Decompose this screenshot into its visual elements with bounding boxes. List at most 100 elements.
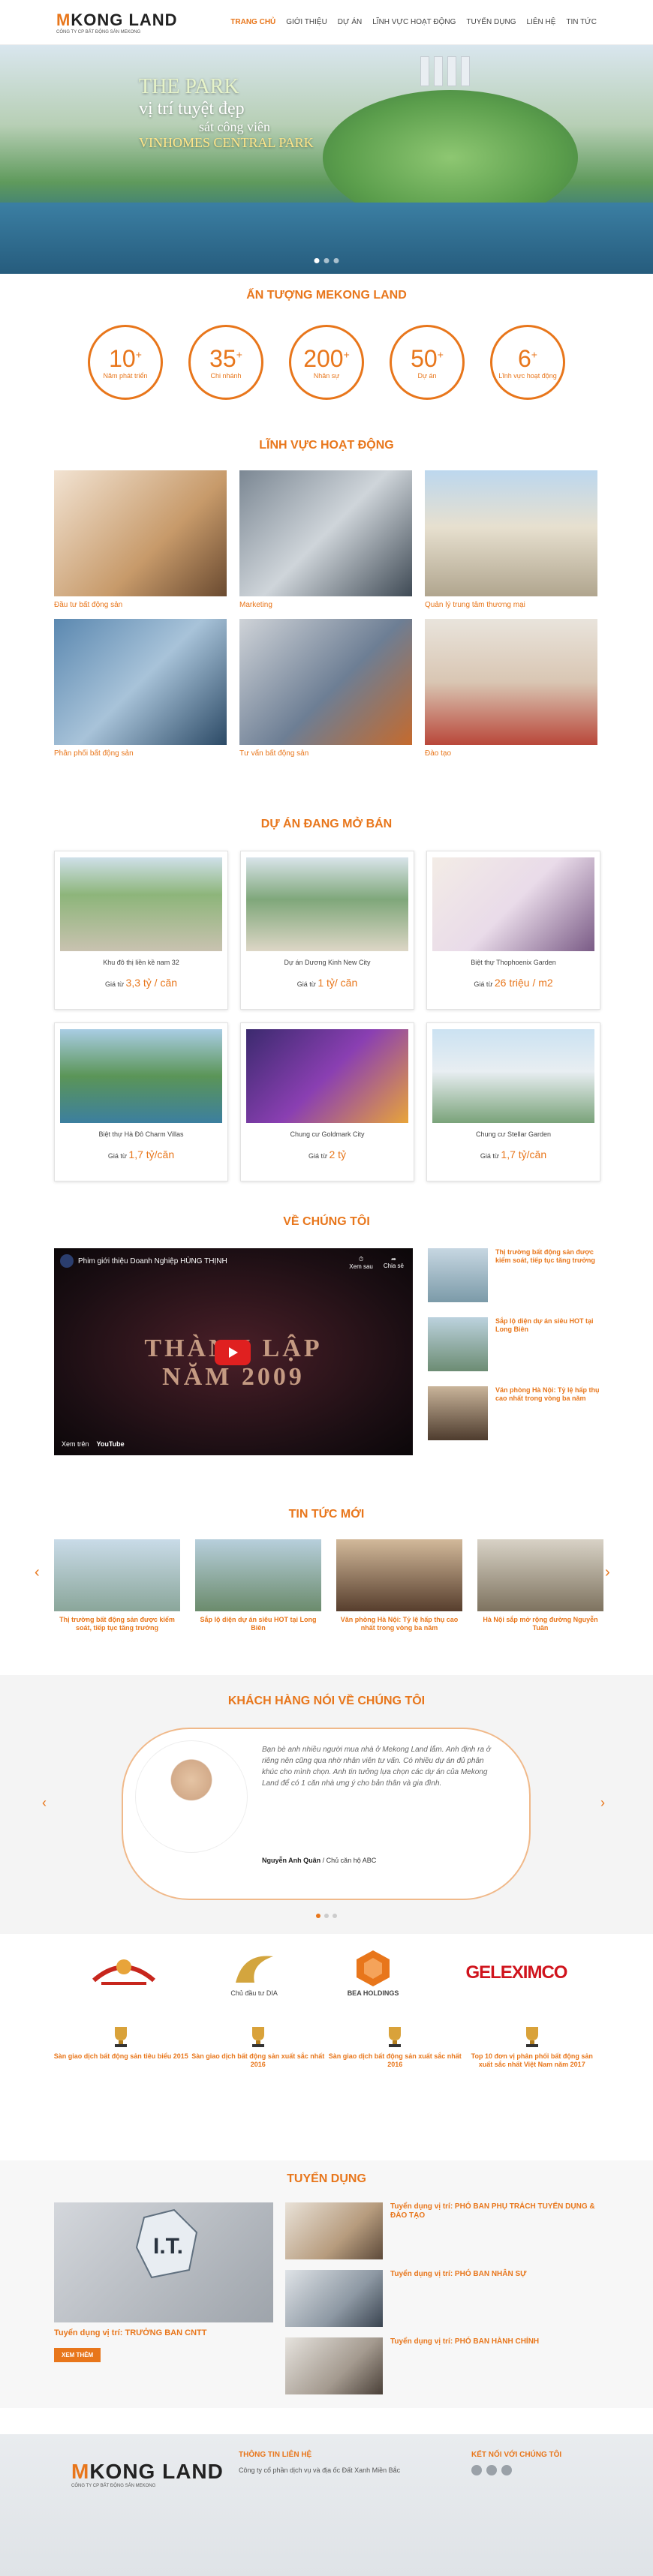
project-card[interactable]: Biệt thự Hà Đô Charm Villas Giá từ 1,7 t… — [54, 1022, 228, 1181]
partner-logo-1[interactable] — [86, 1950, 161, 1995]
stats-section: ẤN TƯỢNG MEKONG LAND 10+ Năm phát triển 3… — [0, 289, 653, 400]
latest-news-image — [54, 1539, 180, 1611]
google-plus-icon[interactable] — [501, 2465, 512, 2475]
field-card-invest[interactable]: Đầu tư bất động sản — [54, 470, 227, 609]
testimonial-quote: Bạn bè anh nhiều người mua nhà ở Mekong … — [262, 1746, 491, 1788]
project-card[interactable]: Khu đô thị liền kề nam 32 Giá từ 3,3 tỷ … — [54, 851, 228, 1010]
play-button[interactable] — [215, 1340, 251, 1365]
testimonial-dot[interactable] — [333, 1914, 337, 1918]
partner-emblem-icon — [92, 1959, 155, 1985]
fields-grid: Đầu tư bất động sản Marketing Quản lý tr… — [54, 470, 653, 758]
testimonial-author: Nguyễn Anh Quân / Chủ căn hộ ABC — [262, 1857, 377, 1864]
it-graphic-icon: I.T. — [135, 2208, 198, 2279]
stat-branches: 35+ Chi nhánh — [188, 325, 263, 400]
hero-dot-1[interactable] — [314, 258, 320, 263]
hero-line-1: THE PARK — [139, 75, 239, 98]
about-news-item[interactable]: Thị trường bất động sản được kiểm soát, … — [428, 1248, 600, 1302]
site-header: MKONG LAND CÔNG TY CP BẤT ĐỘNG SẢN MEKON… — [0, 0, 653, 45]
testimonial-dot[interactable] — [324, 1914, 329, 1918]
field-card-marketing[interactable]: Marketing — [239, 470, 412, 609]
video-title[interactable]: Phim giới thiệu Doanh Nghiệp HÙNG THỊNH — [78, 1257, 227, 1265]
about-content: Phim giới thiệu Doanh Nghiệp HÙNG THỊNH … — [54, 1248, 653, 1455]
testimonial-next-arrow[interactable]: › — [600, 1795, 605, 1811]
hero-banner[interactable]: THE PARK vị trí tuyệt đẹp sát công viên … — [0, 45, 653, 274]
nav-item-projects[interactable]: DỰ ÁN — [338, 18, 362, 26]
youtube-logo: YouTube — [96, 1440, 125, 1448]
nav-item-recruit[interactable]: TUYỂN DỤNG — [466, 18, 516, 26]
field-card-distribution[interactable]: Phân phối bất động sản — [54, 619, 227, 758]
nav-item-fields[interactable]: LĨNH VỰC HOẠT ĐỘNG — [372, 18, 456, 26]
project-price: Giá từ 26 triệu / m2 — [474, 977, 553, 989]
footer-logo[interactable]: MKONG LAND CÔNG TY CP BẤT ĐỘNG SẢN MEKON… — [71, 2460, 224, 2488]
site-logo[interactable]: MKONG LAND CÔNG TY CP BẤT ĐỘNG SẢN MEKON… — [56, 11, 178, 35]
facebook-icon[interactable] — [471, 2465, 482, 2475]
latest-news-card[interactable]: Sắp lộ diện dự án siêu HOT tại Long Biên — [195, 1539, 321, 1633]
stats-row: 10+ Năm phát triển 35+ Chi nhánh 200+ Nhân … — [0, 325, 653, 400]
partner-logo-2[interactable]: Chủ đầu tư DIA — [228, 1949, 281, 1997]
footer-contact-title: THÔNG TIN LIÊN HỆ — [239, 2451, 312, 2459]
about-news-item[interactable]: Sắp lộ diện dự án siêu HOT tại Long Biên — [428, 1317, 600, 1371]
recruit-title: TUYỂN DỤNG — [287, 2172, 366, 2185]
video-footer[interactable]: Xem trên YouTube — [62, 1440, 125, 1448]
channel-avatar[interactable] — [60, 1254, 74, 1268]
recruit-item[interactable]: Tuyển dụng vị trí: PHÓ BAN PHỤ TRÁCH TUY… — [285, 2202, 599, 2259]
recruit-thumbnail — [285, 2270, 383, 2327]
share-button[interactable]: ➦ Chia sẻ — [384, 1256, 404, 1270]
project-card[interactable]: Chung cư Stellar Garden Giá từ 1,7 tỷ/că… — [426, 1022, 600, 1181]
hero-dot-3[interactable] — [333, 258, 339, 263]
field-card-consulting[interactable]: Tư vấn bất động sản — [239, 619, 412, 758]
partner-logo-3[interactable]: BEA HOLDINGS — [348, 1949, 399, 1997]
partner-logo-4[interactable]: GELEXIMCO — [465, 1962, 567, 1983]
youtube-icon[interactable] — [486, 2465, 497, 2475]
testimonial-pagination — [316, 1914, 337, 1918]
video-player[interactable]: Phim giới thiệu Doanh Nghiệp HÙNG THỊNH … — [54, 1248, 413, 1455]
footer-logo-tagline: CÔNG TY CP BẤT ĐỘNG SẢN MEKONG — [71, 2484, 156, 2488]
award-item: Sàn giao dịch bất động sản xuất sắc nhất… — [327, 2025, 462, 2073]
project-card[interactable]: Biệt thự Thophoenix Garden Giá từ 26 tri… — [426, 851, 600, 1010]
svg-text:I.T.: I.T. — [153, 2234, 183, 2259]
trophy-icon — [115, 2027, 128, 2047]
testimonial-prev-arrow[interactable]: ‹ — [42, 1795, 47, 1811]
page: MKONG LAND CÔNG TY CP BẤT ĐỘNG SẢN MEKON… — [0, 0, 653, 2576]
footer-social-title: KẾT NỐI VỚI CHÚNG TÔI — [471, 2451, 562, 2459]
recruit-item[interactable]: Tuyển dụng vị trí: PHÓ BAN HÀNH CHÍNH — [285, 2337, 599, 2394]
testimonial-card: Bạn bè anh nhiều người mua nhà ở Mekong … — [122, 1728, 531, 1900]
latest-news-title: TIN TỨC MỚI — [288, 1508, 365, 1521]
latest-prev-arrow[interactable]: ‹ — [35, 1564, 40, 1581]
stats-title: ẤN TƯỢNG MEKONG LAND — [246, 289, 407, 302]
field-card-training[interactable]: Đào tạo — [425, 619, 597, 758]
award-item: Sàn giao dịch bất động sản xuất sắc nhất… — [191, 2025, 326, 2073]
nav-item-news[interactable]: TIN TỨC — [566, 18, 597, 26]
recruit-featured: I.T. Tuyển dụng vị trí: TRƯỞNG BAN CNTT … — [54, 2202, 273, 2362]
hero-dot-2[interactable] — [323, 258, 330, 263]
latest-news-image — [477, 1539, 603, 1611]
latest-news-card[interactable]: Văn phòng Hà Nội: Tỷ lệ hấp thụ cao nhất… — [336, 1539, 462, 1633]
partners-section: Chủ đầu tư DIA BEA HOLDINGS GELEXIMCO Sà… — [0, 1935, 653, 2073]
project-image — [246, 1029, 408, 1123]
latest-news-card[interactable]: Thị trường bất động sản được kiểm soát, … — [54, 1539, 180, 1633]
stat-staff: 200+ Nhân sự — [289, 325, 364, 400]
field-image-street — [425, 470, 597, 596]
about-section: VỀ CHÚNG TÔI Phim giới thiệu Doanh Nghiệ… — [0, 1215, 653, 1455]
hero-caption: THE PARK vị trí tuyệt đẹp sát công viên … — [139, 75, 314, 151]
testimonial-section: KHÁCH HÀNG NÓI VỀ CHÚNG TÔI ‹ › Bạn bè a… — [0, 1675, 653, 1934]
field-card-mall[interactable]: Quản lý trung tâm thương mại — [425, 470, 597, 609]
logo-wordmark: MKONG LAND — [56, 10, 178, 29]
latest-news-card[interactable]: Hà Nội sắp mở rộng đường Nguyễn Tuân — [477, 1539, 603, 1633]
testimonial-title: KHÁCH HÀNG NÓI VỀ CHÚNG TÔI — [227, 1695, 426, 1707]
latest-next-arrow[interactable]: › — [605, 1564, 610, 1581]
recruit-thumbnail — [285, 2337, 383, 2394]
nav-item-home[interactable]: TRANG CHỦ — [230, 18, 275, 26]
nav-item-about[interactable]: GIỚI THIỆU — [286, 18, 327, 26]
trophy-icon — [525, 2027, 538, 2047]
project-card[interactable]: Chung cư Goldmark City Giá từ 2 tỷ — [240, 1022, 414, 1181]
recruit-item[interactable]: Tuyển dụng vị trí: PHÓ BAN NHÂN SỰ — [285, 2270, 599, 2327]
watch-later-button[interactable]: ⏱ Xem sau — [349, 1256, 373, 1270]
hero-line-2: vị trí tuyệt đẹp — [139, 99, 245, 119]
about-news-item[interactable]: Văn phòng Hà Nội: Tỷ lệ hấp thụ cao nhất… — [428, 1386, 600, 1440]
projects-title: DỰ ÁN ĐANG MỞ BÁN — [260, 818, 393, 830]
nav-item-contact[interactable]: LIÊN HỆ — [527, 18, 556, 26]
testimonial-dot[interactable] — [316, 1914, 320, 1918]
recruit-more-button[interactable]: XEM THÊM — [54, 2348, 101, 2362]
project-card[interactable]: Dự án Dương Kinh New City Giá từ 1 tỷ/ c… — [240, 851, 414, 1010]
